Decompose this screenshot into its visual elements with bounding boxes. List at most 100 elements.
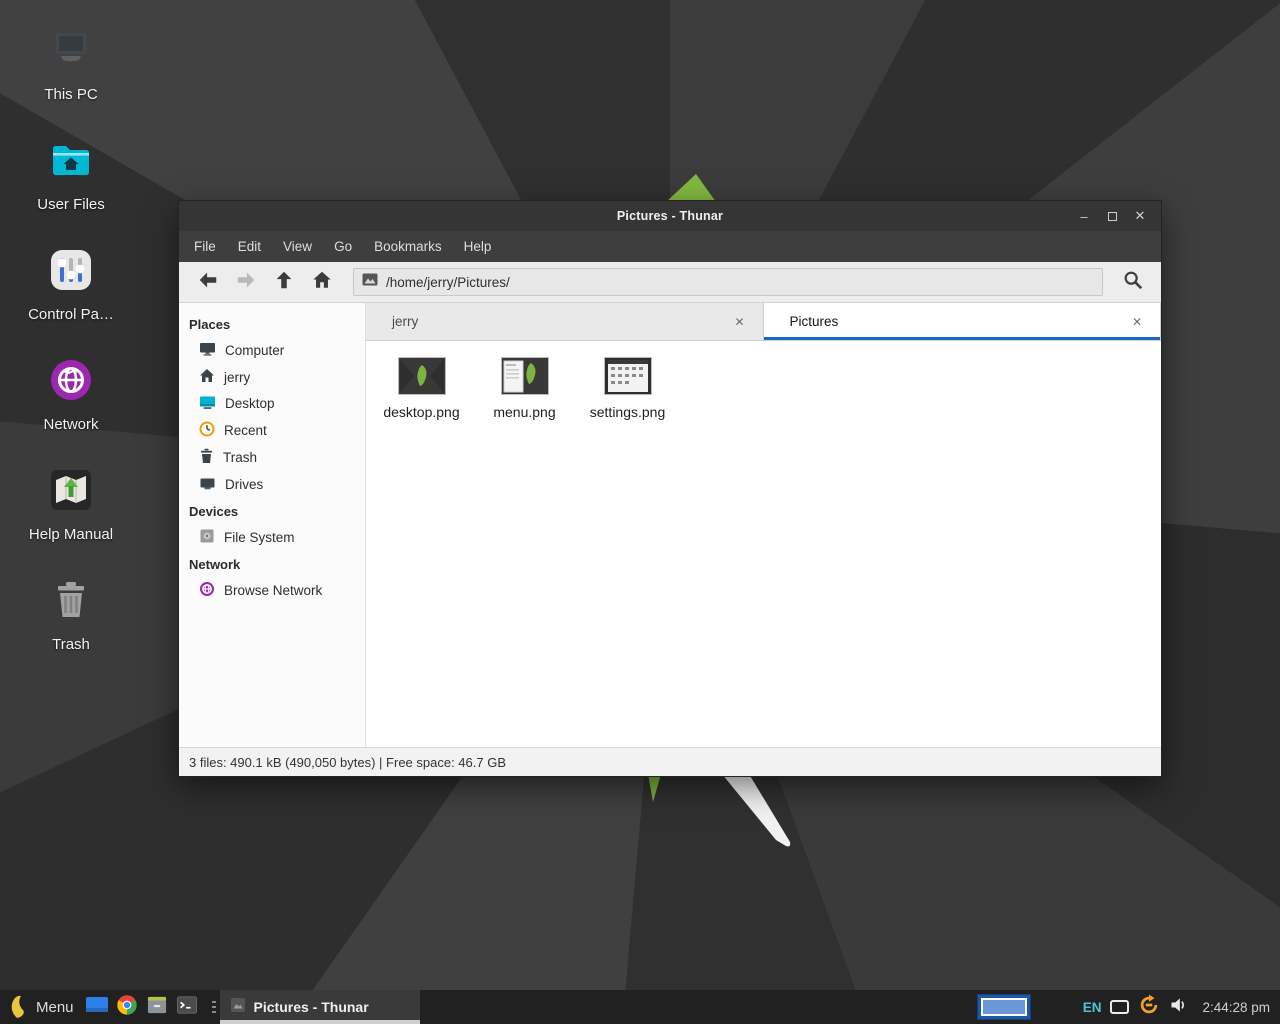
path-bar[interactable]: /home/jerry/Pictures/ <box>353 268 1103 296</box>
thunar-task-icon <box>230 997 246 1018</box>
maximize-button[interactable] <box>1101 205 1123 227</box>
home-folder-icon <box>47 136 95 184</box>
active-workspace <box>981 998 1027 1016</box>
tab-close-icon[interactable]: ✕ <box>731 313 749 331</box>
workspace-pager[interactable] <box>977 994 1031 1020</box>
home-icon <box>311 269 333 296</box>
sidebar-item-label: jerry <box>224 370 250 385</box>
file-cabinet-icon <box>146 995 168 1020</box>
desktop-icon-user-files[interactable]: User Files <box>12 132 130 242</box>
sidebar-item-trash[interactable]: Trash <box>179 444 365 471</box>
sidebar-item-label: Drives <box>225 477 263 492</box>
sidebar-item-file-system[interactable]: File System <box>179 524 365 551</box>
chrome-icon <box>116 994 138 1021</box>
forward-icon <box>235 269 257 296</box>
taskbar-window-button[interactable]: Pictures - Thunar <box>220 990 420 1024</box>
desktop-icon-control-panel[interactable]: Control Pa… <box>12 242 130 352</box>
tab-pictures[interactable]: Pictures ✕ <box>764 303 1162 340</box>
desktop-icon-label: Help Manual <box>29 526 113 543</box>
menu-go[interactable]: Go <box>323 234 363 259</box>
tab-label: Pictures <box>790 314 839 329</box>
sliders-icon <box>47 246 95 294</box>
file-settings-png[interactable]: settings.png <box>576 353 679 420</box>
laptop-icon <box>47 26 95 74</box>
status-text: 3 files: 490.1 kB (490,050 bytes) | Free… <box>189 755 506 770</box>
desktop-icon-help-manual[interactable]: Help Manual <box>12 462 130 572</box>
keyboard-layout-indicator[interactable]: EN <box>1083 1000 1102 1015</box>
file-desktop-png[interactable]: desktop.png <box>370 353 473 420</box>
menu-view[interactable]: View <box>272 234 323 259</box>
desktop-icon-trash[interactable]: Trash <box>12 572 130 682</box>
menu-edit[interactable]: Edit <box>227 234 272 259</box>
taskbar: Menu Pictures - Thunar EN 2:44:28 pm <box>0 990 1280 1024</box>
sidebar-item-browse-network[interactable]: Browse Network <box>179 577 365 604</box>
task-button-label: Pictures - Thunar <box>254 999 369 1015</box>
panel-grip-handle[interactable] <box>212 1001 216 1013</box>
menu-help[interactable]: Help <box>453 234 503 259</box>
sidebar: Places Computer jerry Desktop Recent <box>179 303 366 747</box>
sidebar-header-devices: Devices <box>179 498 365 524</box>
sidebar-item-label: Browse Network <box>224 583 322 598</box>
minimize-button[interactable]: – <box>1073 205 1095 227</box>
map-arrow-icon <box>47 466 95 514</box>
clock: 2:44:28 pm <box>1202 1000 1270 1015</box>
back-button[interactable] <box>191 267 225 297</box>
sidebar-item-computer[interactable]: Computer <box>179 337 365 364</box>
window-titlebar[interactable]: Pictures - Thunar – ✕ <box>179 201 1161 231</box>
window-controls: – ✕ <box>1073 205 1161 227</box>
distro-logo-icon[interactable] <box>8 995 30 1019</box>
sidebar-header-network: Network <box>179 551 365 577</box>
menu-file[interactable]: File <box>183 234 227 259</box>
close-button[interactable]: ✕ <box>1129 205 1151 227</box>
globe-icon <box>47 356 95 404</box>
tab-jerry[interactable]: jerry ✕ <box>366 303 764 340</box>
status-bar: 3 files: 490.1 kB (490,050 bytes) | Free… <box>179 747 1161 776</box>
forward-button[interactable] <box>229 267 263 297</box>
toolbar: /home/jerry/Pictures/ <box>179 262 1161 303</box>
home-icon <box>199 368 215 386</box>
up-button[interactable] <box>267 267 301 297</box>
show-desktop-icon <box>85 995 109 1020</box>
file-menu-png[interactable]: menu.png <box>473 353 576 420</box>
menubar: File Edit View Go Bookmarks Help <box>179 231 1161 262</box>
trash-icon <box>199 448 214 467</box>
search-icon <box>1122 269 1144 296</box>
sidebar-header-places: Places <box>179 311 365 337</box>
menu-button[interactable]: Menu <box>34 999 82 1016</box>
search-button[interactable] <box>1117 267 1149 297</box>
network-globe-icon <box>199 581 215 600</box>
file-name: menu.png <box>493 404 555 420</box>
tab-close-icon[interactable]: ✕ <box>1128 313 1146 331</box>
sidebar-item-jerry[interactable]: jerry <box>179 364 365 390</box>
sidebar-item-drives[interactable]: Drives <box>179 471 365 498</box>
desktop-icon-label: User Files <box>37 196 105 213</box>
file-manager-launcher[interactable] <box>142 993 172 1021</box>
desktop-icon-network[interactable]: Network <box>12 352 130 462</box>
drive-icon <box>199 475 216 494</box>
image-thumbnail <box>604 357 652 395</box>
desktop-icon-label: Control Pa… <box>28 306 114 323</box>
update-icon[interactable] <box>1138 994 1160 1021</box>
sidebar-item-recent[interactable]: Recent <box>179 417 365 444</box>
sidebar-item-label: Computer <box>225 343 284 358</box>
display-tray-icon[interactable] <box>1110 1000 1129 1014</box>
menu-bookmarks[interactable]: Bookmarks <box>363 234 453 259</box>
desktop-icon-label: Trash <box>52 636 90 653</box>
chrome-launcher[interactable] <box>112 993 142 1021</box>
window-title: Pictures - Thunar <box>179 209 1161 223</box>
sidebar-item-label: Trash <box>223 450 257 465</box>
image-thumbnail <box>501 357 549 395</box>
path-text: /home/jerry/Pictures/ <box>386 275 510 290</box>
home-button[interactable] <box>305 267 339 297</box>
terminal-launcher[interactable] <box>172 993 202 1021</box>
back-icon <box>197 269 219 296</box>
desktop-icon <box>199 394 216 413</box>
show-desktop-button[interactable] <box>82 993 112 1021</box>
tab-bar: jerry ✕ Pictures ✕ <box>366 303 1161 341</box>
main-column: jerry ✕ Pictures ✕ desktop.png <box>366 303 1161 747</box>
trash-can-icon <box>47 576 95 624</box>
speaker-icon[interactable] <box>1169 995 1189 1020</box>
sidebar-item-desktop[interactable]: Desktop <box>179 390 365 417</box>
desktop-icon-this-pc[interactable]: This PC <box>12 22 130 132</box>
files-area[interactable]: desktop.png menu.png settings.png <box>366 341 1161 747</box>
